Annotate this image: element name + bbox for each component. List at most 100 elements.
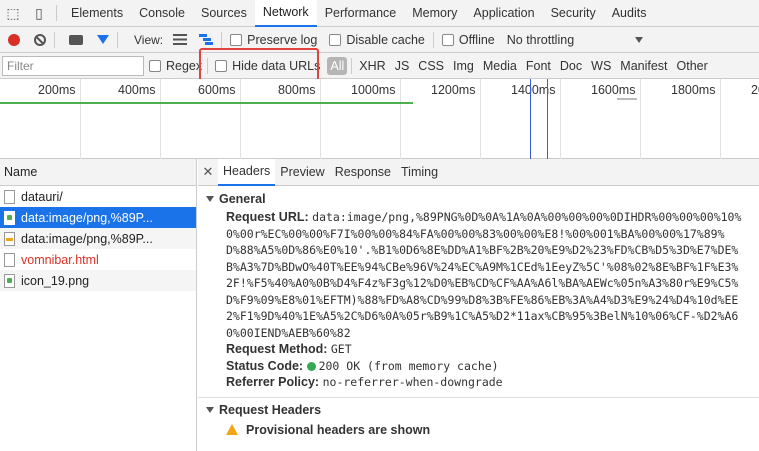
- toolbar-divider: [432, 31, 434, 48]
- preserve-log-label: Preserve log: [247, 32, 318, 47]
- request-row[interactable]: datauri/: [0, 186, 196, 207]
- request-row[interactable]: data:image/png,%89P...: [0, 228, 196, 249]
- throttling-select[interactable]: No throttling: [507, 33, 643, 47]
- timeline-gridline: [720, 79, 721, 159]
- screenshot-capture-icon[interactable]: [69, 34, 83, 45]
- tab-response[interactable]: Response: [330, 159, 396, 186]
- tab-memory[interactable]: Memory: [404, 0, 465, 27]
- timeline-overview[interactable]: 200ms 400ms 600ms 800ms 1000ms 1200ms 14…: [0, 79, 759, 159]
- tab-headers[interactable]: Headers: [218, 158, 276, 186]
- request-url-value-line: D%F9%09%E8%01%EFTM)%88%FD%A8%CD%99%D8%3B…: [226, 292, 739, 307]
- request-url-value-line: 0%00r%EC%00%00%F7I%00%00%84%FA%00%00%83%…: [226, 226, 725, 241]
- chevron-down-icon: [634, 36, 643, 43]
- regex-checkbox[interactable]: Regex: [149, 59, 202, 73]
- filter-input[interactable]: [2, 55, 144, 76]
- type-filter-img[interactable]: Img: [450, 57, 477, 75]
- type-filter-all[interactable]: All: [327, 56, 348, 75]
- tab-audits[interactable]: Audits: [604, 0, 655, 27]
- request-name: data:image/png,%89P...: [21, 210, 153, 225]
- request-url-value-line: 0%00IEND%AEB%60%82: [226, 325, 351, 340]
- device-toolbar-icon[interactable]: ▯: [26, 0, 52, 27]
- tab-elements[interactable]: Elements: [63, 0, 131, 27]
- offline-checkbox[interactable]: Offline: [441, 32, 495, 47]
- request-name: data:image/png,%89P...: [21, 231, 153, 246]
- type-filter-other[interactable]: Other: [674, 57, 711, 75]
- status-ok-icon: [306, 361, 316, 371]
- inspect-element-icon[interactable]: ⬚: [0, 0, 26, 27]
- tab-application[interactable]: Application: [465, 0, 542, 27]
- request-url-value-line: D%88%A5%0D%86%E0%10'.%B1%0D6%8E%DD%A1%BF…: [226, 243, 739, 257]
- tab-performance[interactable]: Performance: [317, 0, 405, 27]
- request-row[interactable]: icon_19.png: [0, 270, 196, 291]
- record-button[interactable]: [8, 33, 20, 46]
- referrer-policy-label: Referrer Policy:: [226, 375, 320, 389]
- tab-security[interactable]: Security: [543, 0, 604, 27]
- name-column-header[interactable]: Name: [0, 159, 196, 186]
- timeline-tick-label: 800ms: [278, 83, 316, 97]
- timeline-tick-label: 600ms: [198, 83, 236, 97]
- status-code-value: 200 OK (from memory cache): [318, 358, 499, 373]
- type-filter-manifest[interactable]: Manifest: [617, 57, 670, 75]
- expand-triangle-icon: [206, 196, 214, 202]
- timeline-tick-label: 1800ms: [671, 83, 716, 97]
- tab-sources[interactable]: Sources: [193, 0, 255, 27]
- general-section-header[interactable]: General: [198, 189, 759, 209]
- type-filter-xhr[interactable]: XHR: [356, 57, 388, 75]
- filter-toggle-icon[interactable]: [97, 35, 109, 44]
- close-details-icon[interactable]: ✕: [198, 164, 218, 180]
- request-method-value: GET: [330, 342, 352, 356]
- document-file-icon: [4, 189, 15, 204]
- request-row-failed[interactable]: vomnibar.html: [0, 249, 196, 270]
- type-filter-js[interactable]: JS: [392, 57, 413, 75]
- timeline-gridline: [240, 79, 241, 159]
- timeline-gridline: [560, 79, 561, 159]
- provisional-headers-warning: Provisional headers are shown: [198, 420, 759, 440]
- tab-preview[interactable]: Preview: [275, 159, 329, 186]
- regex-box[interactable]: [149, 59, 161, 72]
- type-filter-font[interactable]: Font: [523, 57, 554, 75]
- overview-waterfall-icon[interactable]: [199, 34, 214, 45]
- request-name: datauri/: [21, 189, 63, 204]
- toolbar-divider: [54, 31, 55, 48]
- large-rows-icon[interactable]: [173, 34, 188, 45]
- section-divider: [198, 396, 759, 398]
- offline-label: Offline: [458, 32, 495, 47]
- tab-timing[interactable]: Timing: [396, 159, 443, 186]
- details-tab-bar: ✕ Headers Preview Response Timing: [198, 158, 759, 186]
- type-filter-doc[interactable]: Doc: [557, 57, 585, 75]
- status-code-label: Status Code:: [226, 358, 304, 373]
- timeline-request-bar: [0, 102, 413, 104]
- request-url-value-line: data:image/png,%89PNG%0D%0A%1A%0A%00%00%…: [312, 210, 742, 224]
- type-filter-css[interactable]: CSS: [415, 57, 447, 75]
- type-filter-ws[interactable]: WS: [588, 57, 614, 75]
- preserve-log-checkbox[interactable]: Preserve log: [230, 33, 317, 47]
- tab-network[interactable]: Network: [254, 0, 317, 27]
- timeline-gridline: [160, 79, 161, 159]
- request-row-selected[interactable]: data:image/png,%89P...: [0, 207, 196, 228]
- request-method-row: Request Method: GET: [198, 341, 759, 358]
- clear-button[interactable]: [34, 33, 46, 46]
- status-code-row: Status Code: 200 OK (from memory cache): [198, 358, 759, 375]
- request-headers-title: Request Headers: [219, 402, 322, 417]
- image-file-icon: [4, 273, 15, 288]
- domcontentloaded-marker: [530, 79, 531, 159]
- request-headers-section-header[interactable]: Request Headers: [198, 400, 759, 420]
- provisional-headers-text: Provisional headers are shown: [246, 422, 431, 437]
- disable-cache-box[interactable]: [329, 33, 342, 46]
- type-filter-media[interactable]: Media: [480, 57, 520, 75]
- disable-cache-label: Disable cache: [346, 32, 425, 47]
- tab-console[interactable]: Console: [131, 0, 193, 27]
- request-method-label: Request Method:: [226, 342, 328, 356]
- view-label: View:: [134, 32, 164, 47]
- preserve-log-box[interactable]: [230, 33, 243, 46]
- timeline-gridline: [480, 79, 481, 159]
- disable-cache-checkbox[interactable]: Disable cache: [329, 33, 425, 47]
- filter-bar: Regex Hide data URLs All XHR JS CSS Img …: [0, 53, 759, 79]
- request-list-panel: Name datauri/ data:image/png,%89P... dat…: [0, 159, 197, 451]
- offline-box[interactable]: [441, 33, 454, 46]
- timeline-gridline: [400, 79, 401, 159]
- request-url-row: Request URL: data:image/png,%89PNG%0D%0A…: [198, 209, 759, 226]
- throttling-value: No throttling: [506, 32, 575, 47]
- timeline-tick-label: 1000ms: [351, 83, 396, 97]
- request-url-value-line: B%A3%7D%BDwO%40T%EE%94%CBe%96V%24%EC%A9M…: [226, 259, 739, 274]
